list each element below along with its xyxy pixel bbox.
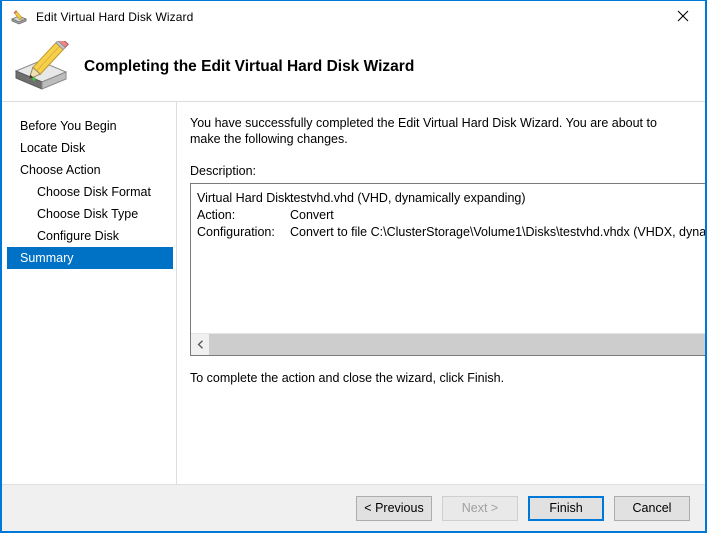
description-value: testvhd.vhd (VHD, dynamically expanding) bbox=[290, 191, 526, 205]
previous-button[interactable]: < Previous bbox=[356, 495, 432, 521]
edit-virtual-hard-disk-icon bbox=[10, 9, 28, 25]
cancel-button[interactable]: Cancel bbox=[614, 495, 690, 521]
scrollbar-thumb[interactable] bbox=[209, 334, 705, 355]
wizard-footer: < Previous Next > Finish Cancel bbox=[2, 484, 705, 531]
sidebar-item-before-you-begin[interactable]: Before You Begin bbox=[7, 115, 173, 137]
sidebar-item-choose-disk-type[interactable]: Choose Disk Type bbox=[7, 203, 173, 225]
description-box: Virtual Hard Disk: testvhd.vhd (VHD, dyn… bbox=[190, 183, 707, 356]
description-value: Convert bbox=[290, 208, 334, 222]
description-label: Description: bbox=[190, 164, 256, 178]
intro-text: You have successfully completed the Edit… bbox=[190, 116, 657, 146]
pencil-over-hard-disk-icon bbox=[12, 36, 70, 93]
description-row: Configuration: Convert to file C:\Cluste… bbox=[197, 224, 707, 241]
sidebar-item-summary[interactable]: Summary bbox=[7, 247, 173, 269]
chevron-left-icon bbox=[197, 340, 203, 349]
scroll-left-button[interactable] bbox=[191, 334, 209, 355]
description-key: Virtual Hard Disk: bbox=[197, 191, 295, 205]
finish-button[interactable]: Finish bbox=[528, 495, 604, 521]
sidebar-item-choose-disk-format[interactable]: Choose Disk Format bbox=[7, 181, 173, 203]
description-row: Action: Convert bbox=[197, 207, 705, 224]
wizard-body: Before You Begin Locate Disk Choose Acti… bbox=[2, 102, 705, 484]
description-row: Virtual Hard Disk: testvhd.vhd (VHD, dyn… bbox=[197, 190, 705, 207]
close-icon bbox=[677, 10, 689, 22]
description-value: Convert to file C:\ClusterStorage\Volume… bbox=[290, 225, 707, 239]
sidebar-item-locate-disk[interactable]: Locate Disk bbox=[7, 137, 173, 159]
sidebar-item-choose-action[interactable]: Choose Action bbox=[7, 159, 173, 181]
window-title: Edit Virtual Hard Disk Wizard bbox=[36, 9, 194, 24]
wizard-window: Edit Virtual Hard Disk Wizard Completing… bbox=[0, 0, 707, 533]
description-content: Virtual Hard Disk: testvhd.vhd (VHD, dyn… bbox=[191, 184, 707, 333]
title-bar: Edit Virtual Hard Disk Wizard bbox=[2, 1, 705, 32]
close-button[interactable] bbox=[661, 1, 705, 31]
wizard-steps-sidebar: Before You Begin Locate Disk Choose Acti… bbox=[2, 102, 177, 484]
sidebar-item-configure-disk[interactable]: Configure Disk bbox=[7, 225, 173, 247]
page-title: Completing the Edit Virtual Hard Disk Wi… bbox=[84, 57, 415, 75]
description-key: Configuration: bbox=[197, 225, 275, 239]
next-button: Next > bbox=[442, 495, 518, 521]
horizontal-scrollbar[interactable] bbox=[191, 333, 705, 355]
scrollbar-track[interactable] bbox=[209, 334, 705, 355]
wizard-header: Completing the Edit Virtual Hard Disk Wi… bbox=[2, 32, 705, 102]
wizard-content: You have successfully completed the Edit… bbox=[177, 102, 707, 484]
finish-hint-text: To complete the action and close the wiz… bbox=[190, 371, 505, 385]
description-key: Action: bbox=[197, 208, 236, 222]
